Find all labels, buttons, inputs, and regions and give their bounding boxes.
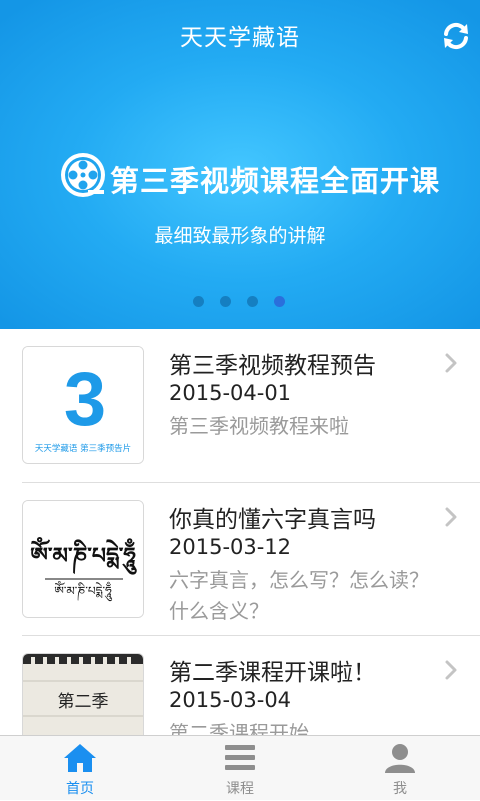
list-icon bbox=[225, 745, 255, 770]
season3-thumbnail-image: 3 天天学藏语 第三季预告片 bbox=[23, 347, 143, 463]
film-reel-icon bbox=[61, 153, 105, 197]
banner[interactable]: 天天学藏语 第三季视频课程全面开课 最细致最形象的讲解 bbox=[0, 0, 480, 329]
item-title: 第三季视频教程预告 bbox=[169, 353, 376, 379]
tab-label: 我 bbox=[393, 781, 407, 797]
tab-courses[interactable]: 课程 bbox=[160, 736, 320, 801]
carousel-dot[interactable] bbox=[247, 296, 258, 307]
tab-label: 首页 bbox=[66, 781, 94, 797]
thumbnail: 3 天天学藏语 第三季预告片 bbox=[22, 346, 144, 464]
item-title: 第二季课程开课啦！ bbox=[169, 660, 376, 686]
tab-bar: 首页 课程 我 bbox=[0, 735, 480, 800]
thumbnail: 第二季 bbox=[22, 653, 144, 735]
item-desc: 第二季课程开始 bbox=[169, 721, 309, 735]
list-item[interactable]: ཨོཾ་མ་ཎི་པདྨེ་ཧཱུྃ ཨོཾ་མ་ཎི་པདྨེ་ཧཱུྃ 你真… bbox=[0, 483, 480, 636]
carousel-dot[interactable] bbox=[220, 296, 231, 307]
item-desc: 第三季视频教程来啦 bbox=[169, 414, 349, 438]
tab-home[interactable]: 首页 bbox=[0, 736, 160, 801]
carousel-dot[interactable] bbox=[193, 296, 204, 307]
season2-thumbnail-image: 第二季 bbox=[23, 654, 143, 735]
item-desc: 六字真言，怎么写？怎么读？什么含义？ bbox=[169, 568, 429, 623]
tab-label: 课程 bbox=[226, 781, 254, 797]
carousel-dot-active[interactable] bbox=[274, 296, 285, 307]
item-date: 2015-04-01 bbox=[169, 381, 292, 405]
thumb-caption: 第二季 bbox=[58, 692, 109, 712]
item-title: 你真的懂六字真言吗 bbox=[169, 507, 376, 533]
tab-me[interactable]: 我 bbox=[320, 736, 480, 801]
banner-headline-row: 第三季视频课程全面开课 bbox=[60, 152, 450, 200]
list-item[interactable]: 第二季 第二季课程开课啦！ 2015-03-04 第二季课程开始 bbox=[0, 636, 480, 735]
item-date: 2015-03-04 bbox=[169, 688, 292, 712]
article-list: 3 天天学藏语 第三季预告片 第三季视频教程预告 2015-04-01 第三季视… bbox=[0, 329, 480, 735]
list-item[interactable]: 3 天天学藏语 第三季预告片 第三季视频教程预告 2015-04-01 第三季视… bbox=[0, 329, 480, 482]
chevron-right-icon bbox=[445, 660, 457, 680]
banner-headline: 第三季视频课程全面开课 bbox=[110, 164, 441, 198]
app-title: 天天学藏语 bbox=[180, 25, 300, 51]
banner-subhead: 最细致最形象的讲解 bbox=[154, 225, 326, 247]
refresh-icon[interactable] bbox=[440, 20, 472, 52]
user-icon bbox=[385, 744, 415, 773]
thumb-caption: 天天学藏语 第三季预告片 bbox=[35, 443, 131, 454]
mantra-thumbnail-image: ཨོཾ་མ་ཎི་པདྨེ་ཧཱུྃ ཨོཾ་མ་ཎི་པདྨེ་ཧཱུྃ bbox=[23, 501, 143, 617]
thumbnail: ཨོཾ་མ་ཎི་པདྨེ་ཧཱུྃ ཨོཾ་མ་ཎི་པདྨེ་ཧཱུྃ bbox=[22, 500, 144, 618]
chevron-right-icon bbox=[445, 353, 457, 373]
home-icon bbox=[64, 744, 96, 772]
item-date: 2015-03-12 bbox=[169, 535, 292, 559]
thumb-numeral: 3 bbox=[64, 357, 106, 442]
chevron-right-icon bbox=[445, 507, 457, 527]
